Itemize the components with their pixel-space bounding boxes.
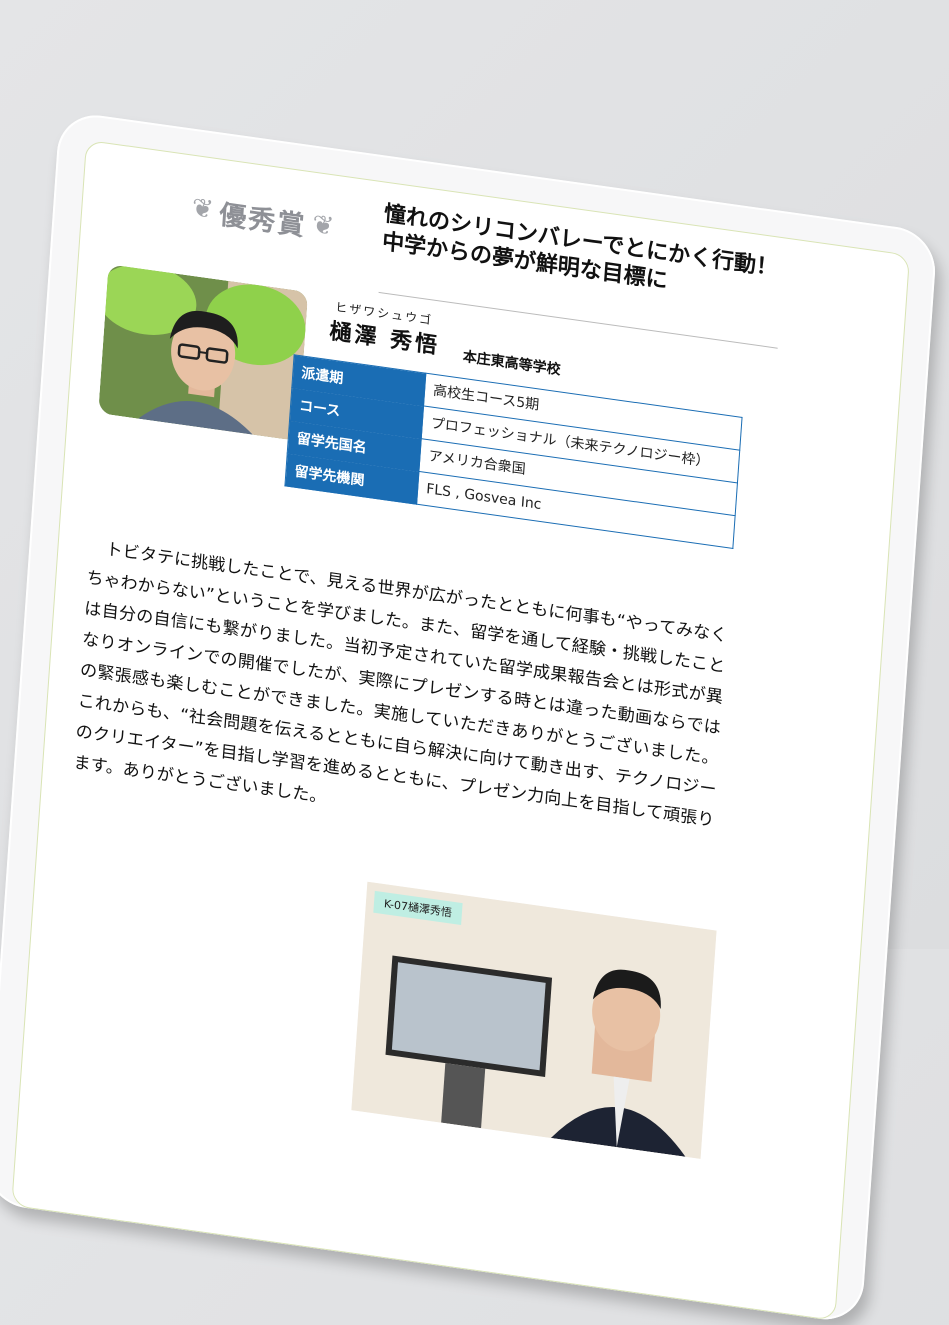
laurel-right-icon: ❦ [311, 209, 336, 243]
body-paragraph: トビタテに挑戦したことで、見える世界が広がったとともに何事も“やってみなくちゃわ… [72, 539, 728, 831]
video-thumbnail[interactable]: K-07樋澤秀悟 [351, 881, 717, 1159]
student-photo [98, 264, 309, 441]
article-body: トビタテに挑戦したことで、見える世界が広がったとともに何事も“やってみなくちゃわ… [72, 532, 728, 867]
award-label: 優秀賞 [218, 199, 308, 243]
tablet-frame: ❦ 優秀賞 ❦ 憧れのシリコンバレーでとにかく行動！中学からの夢が鮮明な目標に … [0, 110, 938, 1325]
web-page: ❦ 優秀賞 ❦ 憧れのシリコンバレーでとにかく行動！中学からの夢が鮮明な目標に … [11, 139, 911, 1322]
award-badge: ❦ 優秀賞 ❦ [161, 174, 365, 261]
laurel-left-icon: ❦ [190, 192, 215, 226]
profile-table: 派遣期 高校生コース5期 コース プロフェッショナル（未来テクノロジー枠） 留学… [284, 354, 743, 549]
school-name: 本庄東高等学校 [462, 348, 562, 379]
article-headline: 憧れのシリコンバレーでとにかく行動！中学からの夢が鮮明な目標に [381, 201, 779, 295]
